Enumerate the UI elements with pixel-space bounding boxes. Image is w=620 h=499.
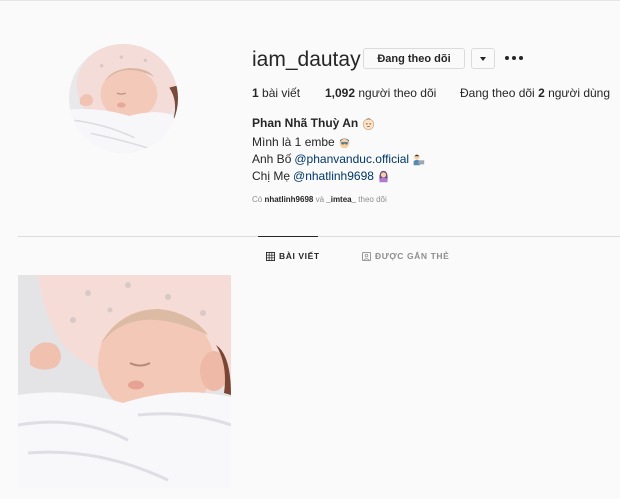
baby-emoji-icon (363, 117, 375, 130)
caret-down-icon (480, 56, 486, 61)
followers-count-stat[interactable]: 1,092 người theo dõi (325, 86, 436, 100)
tab-posts[interactable]: BÀI VIẾT (266, 251, 320, 261)
woman-emoji-icon (379, 170, 388, 182)
suggestions-dropdown-button[interactable] (471, 48, 495, 69)
bio-line-3: Chị Mẹ @nhatlinh9698 (252, 169, 390, 183)
profile-username: iam_dautay (252, 48, 361, 71)
following-count-stat[interactable]: Đang theo dõi 2 người dùng (460, 86, 610, 100)
more-options-icon[interactable] (505, 53, 523, 63)
man-laptop-emoji-icon (413, 153, 425, 165)
tab-posts-label: BÀI VIẾT (279, 251, 320, 261)
mother-mention-link[interactable]: @nhatlinh9698 (293, 169, 374, 183)
grid-icon (266, 251, 275, 261)
man-emoji-icon (339, 137, 350, 148)
top-border (0, 0, 620, 1)
followed-by-text[interactable]: Có nhatlinh9698 và _imtea_ theo dõi (252, 195, 387, 204)
posts-count-stat: 1 bài viết (252, 86, 301, 100)
tab-tagged[interactable]: ĐƯỢC GẮN THẺ (362, 251, 449, 261)
active-tab-indicator (258, 236, 318, 237)
father-mention-link[interactable]: @phanvanduc.official (294, 152, 409, 166)
post-baby-photo-image (18, 275, 231, 488)
profile-full-name: Phan Nhã Thuỳ An (252, 116, 375, 130)
tab-tagged-label: ĐƯỢC GẮN THẺ (375, 251, 450, 261)
bio-line-2: Anh Bố @phanvanduc.official (252, 152, 425, 166)
following-button[interactable]: Đang theo dõi (363, 48, 465, 69)
bio-line-1: Mình là 1 embe (252, 135, 351, 149)
tag-icon (362, 251, 371, 261)
post-thumbnail[interactable] (18, 275, 231, 488)
profile-avatar[interactable] (69, 44, 178, 153)
baby-photo-image (69, 44, 178, 153)
section-divider (18, 236, 620, 237)
